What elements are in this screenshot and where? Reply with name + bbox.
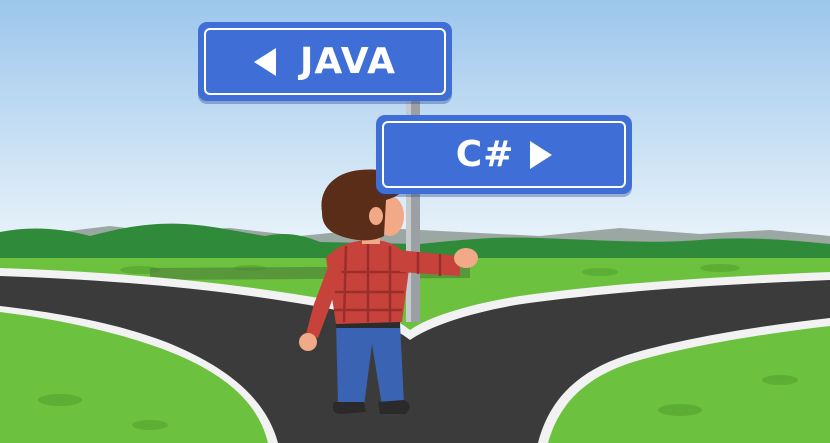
left-hand <box>299 333 317 351</box>
arrow-left-icon <box>253 47 276 76</box>
sign-java: JAVA <box>198 22 452 101</box>
crossroads-scene: JAVA C# <box>0 0 830 443</box>
left-shoe <box>332 402 366 414</box>
right-shoe <box>378 400 410 414</box>
sign-java-label: JAVA <box>299 41 397 82</box>
sign-csharp: C# <box>376 115 632 194</box>
ear <box>369 207 383 225</box>
arrow-right-icon <box>530 140 553 169</box>
sign-csharp-label: C# <box>455 134 515 175</box>
right-hand <box>454 248 478 268</box>
